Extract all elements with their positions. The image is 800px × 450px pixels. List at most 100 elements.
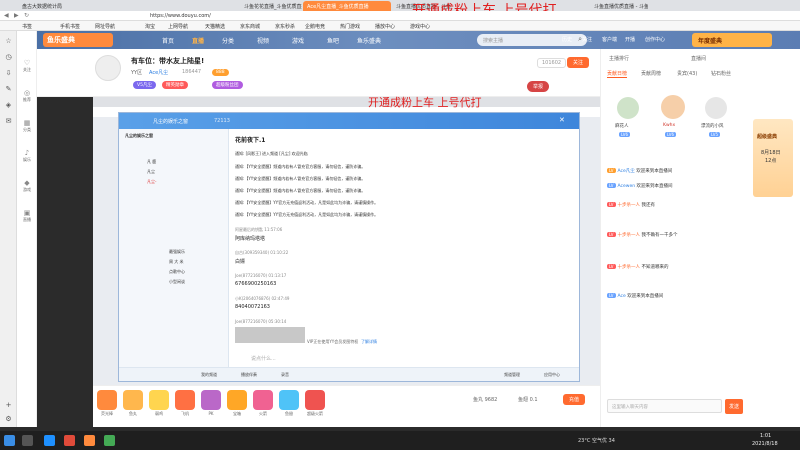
- fan-avatar[interactable]: [617, 97, 639, 119]
- tab-weekly[interactable]: 贡献周榜: [641, 70, 661, 77]
- header-creator[interactable]: 创作中心: [645, 36, 665, 43]
- windows-start-icon[interactable]: [4, 435, 15, 446]
- download-icon[interactable]: ⇩: [3, 69, 14, 78]
- header-follow[interactable]: 关注: [582, 36, 592, 43]
- streamer-name[interactable]: Ace凡尘: [149, 69, 168, 76]
- forward-icon[interactable]: ▶: [14, 12, 19, 19]
- header-history[interactable]: 历史: [562, 36, 572, 43]
- tree-item[interactable]: 小型闲谈: [169, 279, 185, 285]
- url-input[interactable]: https://www.douyu.com/: [150, 13, 211, 19]
- browser-tab[interactable]: 盘古大数据统计局: [18, 1, 78, 11]
- tree-item[interactable]: 点歌中心: [169, 269, 185, 275]
- nav-live[interactable]: ▣ 直播: [17, 209, 37, 223]
- tab-vip[interactable]: 贵宾(43): [677, 70, 697, 77]
- chat-image[interactable]: [235, 327, 305, 343]
- gift-glowstick[interactable]: [97, 390, 117, 410]
- bookmark[interactable]: 网址导航: [95, 23, 115, 30]
- nav-fun[interactable]: ♪ 娱乐: [17, 149, 37, 163]
- nav-game[interactable]: 游戏: [292, 36, 304, 45]
- recharge-button[interactable]: 充值: [563, 394, 586, 405]
- gift-pk[interactable]: [201, 390, 221, 410]
- tag-2: 精英勋章: [162, 81, 188, 89]
- chat-input-box[interactable]: 这里输入聊天内容: [607, 399, 722, 413]
- channel-manage-button[interactable]: 频道管理: [504, 372, 520, 378]
- gift-super-rocket[interactable]: [305, 390, 325, 410]
- history-icon[interactable]: ◷: [3, 53, 14, 62]
- bookmark[interactable]: 淘宝: [145, 23, 155, 30]
- tab-diamond[interactable]: 钻石粉丝: [711, 70, 731, 77]
- game-icon[interactable]: ◈: [3, 101, 14, 110]
- bookmark[interactable]: 书签: [22, 23, 32, 30]
- yy-chat-input[interactable]: 说点什么...: [251, 355, 276, 362]
- tree-item[interactable]: 最强娱乐: [169, 249, 185, 255]
- nav-live-active[interactable]: 直播: [192, 36, 204, 45]
- browser-tab[interactable]: 斗鱼直播优质直播 - 斗鱼: [590, 1, 648, 11]
- gift-fin[interactable]: [279, 390, 299, 410]
- nav-game[interactable]: ◆ 游戏: [17, 179, 37, 193]
- nav-category[interactable]: 分类: [222, 36, 234, 45]
- douyu-icon[interactable]: [84, 435, 95, 446]
- settings-icon[interactable]: ⚙: [3, 415, 14, 424]
- app-icon[interactable]: [104, 435, 115, 446]
- accompaniment-button[interactable]: 播放伴奏: [241, 372, 257, 378]
- star-icon[interactable]: ☆: [3, 37, 14, 46]
- event-banner[interactable]: 超级盛典 8月18日 12点: [753, 119, 793, 197]
- send-button[interactable]: 发送: [725, 399, 744, 414]
- bookmark[interactable]: 京东秒杀: [275, 23, 295, 30]
- refresh-icon[interactable]: ↻: [24, 12, 29, 19]
- follow-button[interactable]: 关注: [567, 57, 590, 68]
- close-icon[interactable]: ✕: [559, 116, 565, 124]
- room-category[interactable]: YY区: [131, 69, 142, 76]
- gift-fishball[interactable]: [123, 390, 143, 410]
- bookmark[interactable]: 企鹅电竞: [305, 23, 325, 30]
- nav-festival[interactable]: 鱼乐盛典: [357, 36, 381, 45]
- chat-input[interactable]: 这里输入聊天内容: [612, 404, 648, 410]
- search-input[interactable]: 搜索主播: [483, 37, 503, 44]
- report-button[interactable]: 举报: [527, 81, 550, 92]
- nav-home[interactable]: 首页: [162, 36, 174, 45]
- gift-plane[interactable]: [175, 390, 195, 410]
- add-icon[interactable]: +: [3, 401, 14, 410]
- bookmark[interactable]: 游戏中心: [410, 23, 430, 30]
- header-broadcast[interactable]: 开播: [625, 36, 635, 43]
- tree-item[interactable]: 周 大 米: [169, 259, 184, 265]
- back-icon[interactable]: ◀: [4, 12, 9, 19]
- tree-item[interactable]: 凡 鹿: [147, 159, 156, 165]
- gift-rocket[interactable]: [253, 390, 273, 410]
- bookmark[interactable]: 播放中心: [375, 23, 395, 30]
- bookmark[interactable]: 上网导航: [168, 23, 188, 30]
- nav-follow[interactable]: ♡ 关注: [17, 59, 37, 73]
- gift-chest[interactable]: [227, 390, 247, 410]
- tree-item[interactable]: 凡尘: [147, 169, 155, 175]
- bookmark[interactable]: 手机书签: [60, 23, 80, 30]
- my-channel-button[interactable]: 我的频道: [201, 372, 217, 378]
- bookmark[interactable]: 热门游戏: [340, 23, 360, 30]
- nav-video[interactable]: 视频: [257, 36, 269, 45]
- nav-yuba[interactable]: 鱼吧: [327, 36, 339, 45]
- tree-item[interactable]: 凡尘-: [147, 179, 156, 185]
- app-icon[interactable]: [64, 435, 75, 446]
- app-center-button[interactable]: 应用中心: [544, 372, 560, 378]
- record-button[interactable]: 录音: [281, 372, 289, 378]
- vip-link[interactable]: 了解详情: [361, 339, 377, 345]
- streamer-avatar[interactable]: [95, 55, 121, 81]
- event-logo[interactable]: 年度盛典: [692, 33, 772, 47]
- bookmark[interactable]: 天猫精选: [205, 23, 225, 30]
- bookmark[interactable]: 京东商城: [240, 23, 260, 30]
- room-tab[interactable]: 直播间: [691, 55, 706, 62]
- mail-icon[interactable]: ✉: [3, 117, 14, 126]
- note-icon[interactable]: ✎: [3, 85, 14, 94]
- nav-category[interactable]: ▦ 分类: [17, 119, 37, 133]
- gift-chicken[interactable]: [149, 390, 169, 410]
- nav-recommend[interactable]: ◎ 推荐: [17, 89, 37, 103]
- browser-tab-active[interactable]: Ace凡尘直播_斗鱼优质直播: [303, 1, 391, 11]
- fan-avatar[interactable]: [661, 95, 685, 119]
- search-icon[interactable]: [22, 435, 33, 446]
- rank-tab[interactable]: 主播排行: [609, 55, 629, 62]
- site-logo[interactable]: 鱼乐盛典: [43, 33, 113, 47]
- fan-avatar[interactable]: [705, 97, 727, 119]
- tab-daily[interactable]: 贡献日榜: [607, 70, 628, 78]
- header-client[interactable]: 客户端: [602, 36, 617, 43]
- browser-tab[interactable]: 斗鱼花花直播_斗鱼优质直播: [240, 1, 302, 11]
- browser-icon[interactable]: [44, 435, 55, 446]
